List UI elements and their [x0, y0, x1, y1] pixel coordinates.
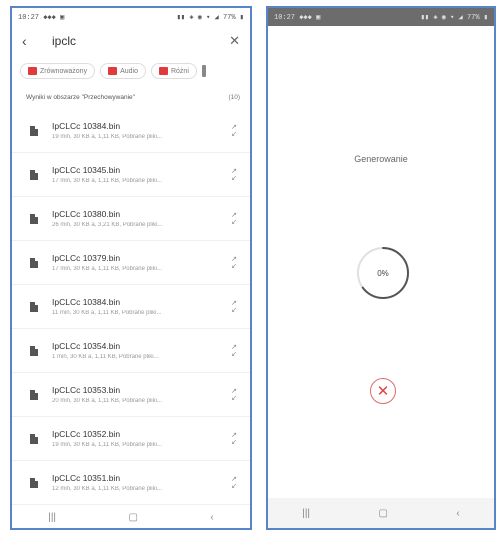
search-bar: ‹ ipclc ✕: [12, 26, 250, 56]
more-chips-icon[interactable]: [201, 65, 206, 77]
expand-icon[interactable]: ↗ ↙: [228, 432, 240, 446]
file-icon: [30, 389, 38, 400]
file-name: IpCLCc 10379.bin: [52, 253, 121, 263]
filter-chip[interactable]: Zrównoważony: [20, 63, 96, 79]
system-nav-bar: ||| ▢ ‹: [12, 506, 250, 528]
status-right: ▮▮ ◈ ◉ ▾ ◢ 77% ▮: [176, 13, 244, 22]
back-arrow-icon[interactable]: ‹: [22, 33, 40, 49]
image-icon: [108, 67, 118, 75]
file-meta: 19 min, 30 KB a, 1,11 KB, Pobrane pliki.…: [52, 134, 162, 140]
file-meta: 12 min, 30 KB a, 1,11 KB, Pobrane pliki.…: [52, 486, 162, 492]
expand-icon[interactable]: ↗ ↙: [228, 388, 240, 402]
file-icon: [30, 477, 38, 488]
search-screen: 10:27 ◆◆◆ ▣ ▮▮ ◈ ◉ ▾ ◢ 77% ▮ ‹ ipclc ✕ Z…: [10, 6, 252, 530]
filter-chip[interactable]: Audio: [100, 63, 146, 79]
file-list: IpCLCc 10384.bin 19 min, 30 KB a, 1,11 K…: [12, 109, 250, 505]
file-row[interactable]: IpCLCc 10354.bin 1 min, 30 KB a, 1,11 KB…: [12, 329, 250, 373]
file-name: IpCLCc 10345.bin: [52, 165, 121, 175]
file-icon: [30, 301, 38, 312]
status-right: ▮▮ ◈ ◉ ▾ ◢ 77% ▮: [420, 13, 488, 22]
results-header: Wyniki w obszarze "Przechowywanie" (10): [12, 86, 250, 109]
system-nav-bar: ||| ▢ ‹: [268, 498, 494, 528]
status-bar: 10:27 ◆◆◆ ▣ ▮▮ ◈ ◉ ▾ ◢ 77% ▮: [268, 8, 494, 26]
file-text: IpCLCc 10353.bin 20 min, 30 KB a, 1,11 K…: [52, 385, 228, 404]
folder-icon: [158, 67, 168, 75]
expand-icon[interactable]: ↗ ↙: [228, 168, 240, 182]
file-row[interactable]: IpCLCc 10352.bin 19 min, 30 KB a, 1,11 K…: [12, 417, 250, 461]
file-meta: 20 min, 30 KB a, 1,11 KB, Pobrane pliki.…: [52, 398, 162, 404]
results-count: (10): [228, 94, 240, 101]
file-text: IpCLCc 10352.bin 19 min, 30 KB a, 1,11 K…: [52, 429, 228, 448]
file-text: IpCLCc 10351.bin 12 min, 30 KB a, 1,11 K…: [52, 473, 228, 492]
file-name: IpCLCc 10353.bin: [52, 385, 121, 395]
file-meta: 17 min, 30 KB a, 1,11 KB, Pobrane pliki.…: [52, 266, 162, 272]
file-meta: 26 min, 30 KB a, 3,21 KB, Pobrane pliki.…: [52, 222, 163, 228]
expand-icon[interactable]: ↗ ↙: [228, 476, 240, 490]
file-icon: [30, 257, 38, 268]
file-row[interactable]: IpCLCc 10380.bin 26 min, 30 KB a, 3,21 K…: [12, 197, 250, 241]
filter-chips: Zrównoważony Audio Różni: [12, 56, 250, 86]
close-icon: ✕: [376, 383, 390, 400]
status-left: 10:27 ◆◆◆ ▣: [18, 13, 65, 22]
home-icon[interactable]: ▢: [379, 508, 388, 519]
expand-icon[interactable]: ↗ ↙: [228, 256, 240, 270]
file-icon: [30, 213, 38, 224]
chip-label: Audio: [120, 67, 138, 75]
file-name: IpCLCc 10384.bin: [52, 121, 121, 131]
file-text: IpCLCc 10345.bin 17 min, 30 KB a, 1,11 K…: [52, 165, 228, 184]
calendar-icon: [28, 67, 37, 75]
file-meta: 19 min, 30 KB a, 1,11 KB, Pobrane pliki.…: [52, 442, 162, 448]
file-row[interactable]: IpCLCc 10351.bin 12 min, 30 KB a, 1,11 K…: [12, 461, 250, 505]
file-meta: 1 min, 30 KB a, 1,11 KB, Pobrane pliki..…: [52, 354, 159, 360]
progress-ring: 0%: [354, 244, 412, 302]
results-label: Wyniki w obszarze "Przechowywanie": [26, 94, 135, 101]
progress-screen: 10:27 ◆◆◆ ▣ ▮▮ ◈ ◉ ▾ ◢ 77% ▮ Generowanie…: [266, 6, 496, 530]
back-icon[interactable]: ‹: [456, 508, 459, 519]
file-name: IpCLCc 10380.bin: [52, 209, 121, 219]
recents-icon[interactable]: |||: [302, 508, 310, 519]
file-meta: 11 min, 30 KB a, 1,11 KB, Pobrane pliki.…: [52, 310, 162, 316]
file-name: IpCLCc 10384.bin: [52, 297, 121, 307]
file-text: IpCLCc 10354.bin 1 min, 30 KB a, 1,11 KB…: [52, 341, 228, 360]
file-icon: [30, 169, 38, 180]
filter-chip[interactable]: Różni: [150, 63, 197, 79]
back-icon[interactable]: ‹: [210, 512, 213, 523]
file-row[interactable]: IpCLCc 10384.bin 11 min, 30 KB a, 1,11 K…: [12, 285, 250, 329]
file-name: IpCLCc 10351.bin: [52, 473, 121, 483]
file-row[interactable]: IpCLCc 10353.bin 20 min, 30 KB a, 1,11 K…: [12, 373, 250, 417]
expand-icon[interactable]: ↗ ↙: [228, 212, 240, 226]
file-row[interactable]: IpCLCc 10384.bin 19 min, 30 KB a, 1,11 K…: [12, 109, 250, 153]
file-row[interactable]: IpCLCc 10379.bin 17 min, 30 KB a, 1,11 K…: [12, 241, 250, 285]
status-left: 10:27 ◆◆◆ ▣: [274, 13, 321, 22]
chip-label: Różni: [170, 67, 189, 75]
cancel-button[interactable]: ✕: [370, 378, 396, 404]
search-input[interactable]: ipclc: [40, 34, 229, 48]
status-bar: 10:27 ◆◆◆ ▣ ▮▮ ◈ ◉ ▾ ◢ 77% ▮: [12, 8, 250, 26]
file-text: IpCLCc 10379.bin 17 min, 30 KB a, 1,11 K…: [52, 253, 228, 272]
file-row[interactable]: IpCLCc 10345.bin 17 min, 30 KB a, 1,11 K…: [12, 153, 250, 197]
file-icon: [30, 125, 38, 136]
generating-label: Generowanie: [354, 154, 408, 164]
file-icon: [30, 345, 38, 356]
file-text: IpCLCc 10384.bin 19 min, 30 KB a, 1,11 K…: [52, 121, 228, 140]
progress-percent: 0%: [377, 268, 389, 278]
chip-label: Zrównoważony: [40, 67, 88, 75]
file-meta: 17 min, 30 KB a, 1,11 KB, Pobrane pliki.…: [52, 178, 162, 184]
file-text: IpCLCc 10384.bin 11 min, 30 KB a, 1,11 K…: [52, 297, 228, 316]
expand-icon[interactable]: ↗ ↙: [228, 344, 240, 358]
file-name: IpCLCc 10352.bin: [52, 429, 121, 439]
home-icon[interactable]: ▢: [129, 512, 138, 523]
expand-icon[interactable]: ↗ ↙: [228, 300, 240, 314]
file-name: IpCLCc 10354.bin: [52, 341, 121, 351]
file-icon: [30, 433, 38, 444]
recents-icon[interactable]: |||: [48, 512, 56, 523]
file-text: IpCLCc 10380.bin 26 min, 30 KB a, 3,21 K…: [52, 209, 228, 228]
close-icon[interactable]: ✕: [229, 33, 240, 49]
expand-icon[interactable]: ↗ ↙: [228, 124, 240, 138]
